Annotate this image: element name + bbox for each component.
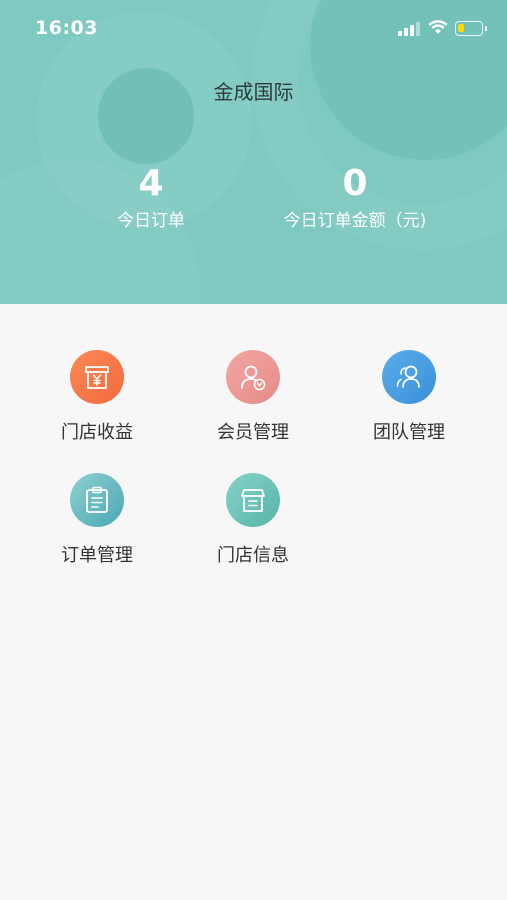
battery-icon [455, 21, 487, 36]
today-amount-value: 0 [342, 163, 368, 204]
app-screen: 16:03 金成国际 4 今日订单 0 今日订单金额（元) 门店收益 会员管理 … [0, 0, 507, 900]
menu-label: 会员管理 [217, 422, 289, 443]
status-time: 16:03 [35, 17, 98, 39]
cellular-signal-icon [398, 22, 420, 36]
menu-label: 团队管理 [373, 422, 445, 443]
today-amount-label: 今日订单金额（元) [283, 211, 427, 231]
menu-item-order-management[interactable]: 订单管理 [27, 473, 167, 583]
clipboard-icon [70, 473, 124, 527]
today-orders-label: 今日订单 [117, 211, 185, 231]
wifi-icon [428, 20, 448, 34]
menu-label: 门店信息 [217, 545, 289, 566]
battery-level [458, 24, 464, 32]
today-orders-stat[interactable]: 4 今日订单 [51, 163, 251, 232]
store-yuan-icon [70, 350, 124, 404]
menu-label: 订单管理 [61, 545, 133, 566]
menu-item-store-info[interactable]: 门店信息 [183, 473, 323, 583]
header-panel: 16:03 金成国际 4 今日订单 0 今日订单金额（元) [0, 0, 507, 304]
member-icon [226, 350, 280, 404]
menu-item-store-revenue[interactable]: 门店收益 [27, 350, 167, 460]
menu-label: 门店收益 [61, 422, 133, 443]
store-name: 金成国际 [213, 80, 294, 104]
status-bar: 16:03 [0, 0, 507, 58]
today-orders-value: 4 [138, 163, 164, 204]
store-box-icon [226, 473, 280, 527]
team-icon [382, 350, 436, 404]
today-amount-stat[interactable]: 0 今日订单金额（元) [255, 163, 455, 232]
menu-item-member-management[interactable]: 会员管理 [183, 350, 323, 460]
menu-item-team-management[interactable]: 团队管理 [339, 350, 479, 460]
